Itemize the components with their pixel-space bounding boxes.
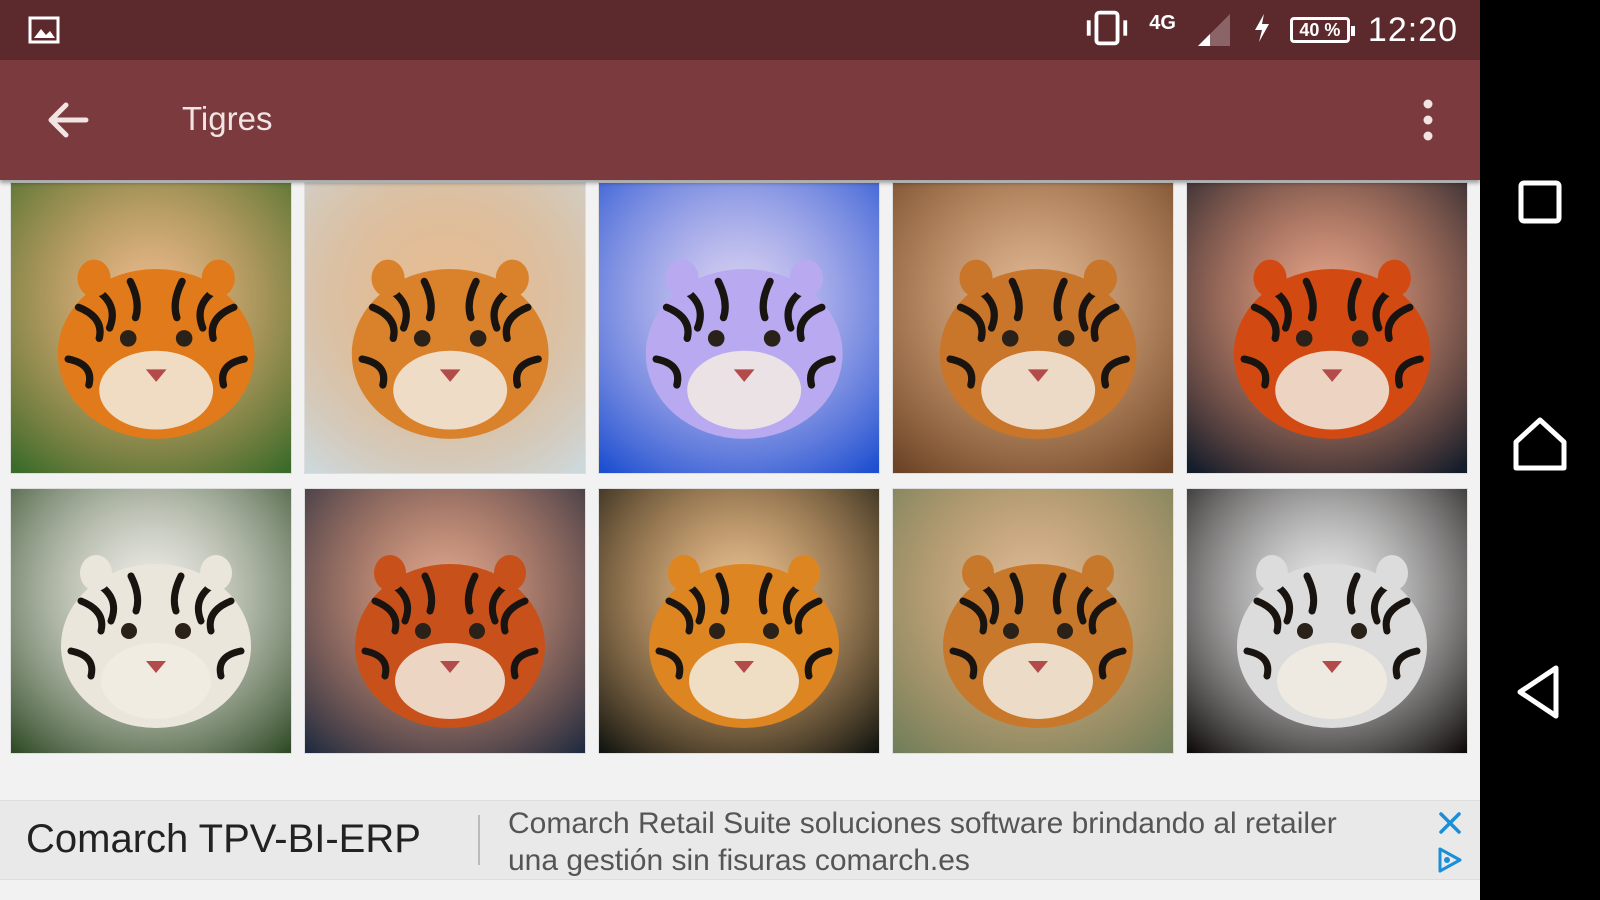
ad-title[interactable]: Comarch TPV-BI-ERP bbox=[26, 817, 421, 862]
back-triangle-icon[interactable] bbox=[1508, 660, 1572, 724]
app-screen: 4G 40 % 12:20 Tigres Comarch TPV-BI-ERP … bbox=[0, 0, 1480, 900]
tiger-thumbnail-tiger-face-closeup[interactable] bbox=[892, 182, 1174, 474]
tiger-thumbnail-tiger-in-frame[interactable] bbox=[892, 488, 1174, 754]
gallery-notification-icon bbox=[28, 14, 60, 46]
charging-icon bbox=[1252, 12, 1272, 49]
signal-icon bbox=[1194, 8, 1234, 53]
tiger-thumbnail-tigers-in-snow[interactable] bbox=[304, 182, 586, 474]
ad-close-icon[interactable] bbox=[1436, 809, 1464, 837]
thumbnail-image bbox=[893, 489, 1173, 753]
tiger-thumbnail-blue-tigers-night[interactable] bbox=[598, 182, 880, 474]
network-type: 4G bbox=[1149, 11, 1176, 34]
tiger-thumbnail-tiger-crouching-dark[interactable] bbox=[598, 488, 880, 754]
tiger-thumbnail-tiger-collage[interactable] bbox=[10, 182, 292, 474]
tiger-thumbnail-white-tigers-jungle[interactable] bbox=[10, 488, 292, 754]
tiger-thumbnail-tiger-fire-moon[interactable] bbox=[1186, 182, 1468, 474]
overflow-menu-icon[interactable] bbox=[1416, 96, 1440, 144]
status-icons: 4G 40 % 12:20 bbox=[1083, 8, 1458, 52]
thumbnail-image bbox=[11, 183, 291, 473]
thumbnail-image bbox=[305, 489, 585, 753]
vibrate-icon bbox=[1083, 8, 1131, 53]
thumbnail-image bbox=[1187, 489, 1467, 753]
app-bar: Tigres bbox=[0, 60, 1480, 180]
tiger-thumbnail-white-tiger-dark[interactable] bbox=[1186, 488, 1468, 754]
tiger-thumbnail-tiger-face-bokeh[interactable] bbox=[304, 488, 586, 754]
system-navigation-bar bbox=[1480, 0, 1600, 900]
page-title: Tigres bbox=[182, 100, 273, 137]
back-arrow-icon[interactable] bbox=[42, 94, 94, 146]
clock: 12:20 bbox=[1367, 10, 1458, 49]
battery-indicator: 40 % bbox=[1289, 17, 1355, 43]
thumbnail-image bbox=[599, 489, 879, 753]
ad-divider bbox=[478, 815, 480, 865]
thumbnail-image bbox=[305, 183, 585, 473]
adchoices-icon[interactable] bbox=[1436, 847, 1464, 873]
ad-banner[interactable]: Comarch TPV-BI-ERP Comarch Retail Suite … bbox=[0, 800, 1480, 880]
home-icon[interactable] bbox=[1508, 412, 1572, 476]
recents-square-icon[interactable] bbox=[1508, 170, 1572, 234]
thumbnail-image bbox=[11, 489, 291, 753]
tiger-image-grid bbox=[10, 182, 1470, 756]
status-bar: 4G 40 % 12:20 bbox=[0, 0, 1480, 60]
thumbnail-image bbox=[893, 183, 1173, 473]
thumbnail-image bbox=[599, 183, 879, 473]
thumbnail-image bbox=[1187, 183, 1467, 473]
ad-description[interactable]: Comarch Retail Suite soluciones software… bbox=[508, 805, 1358, 879]
